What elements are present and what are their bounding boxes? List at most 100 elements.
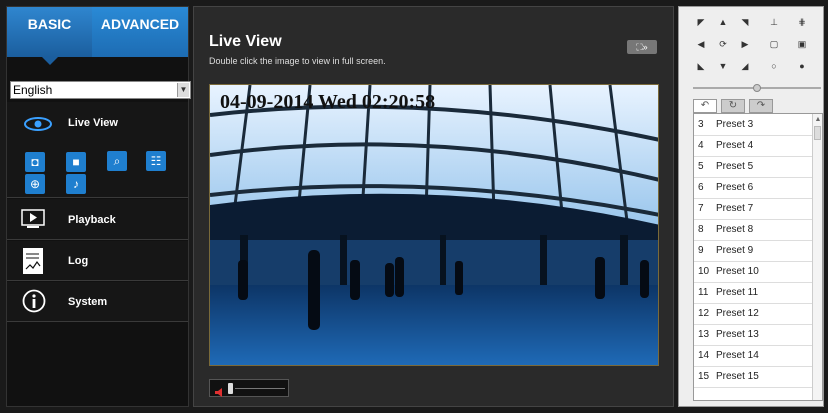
iris-open-icon[interactable]: ○ xyxy=(764,59,784,74)
zoom-out-icon[interactable]: ⋕ xyxy=(792,15,812,30)
menu-label-live-view[interactable]: Live View xyxy=(68,117,118,129)
language-selected: English xyxy=(13,83,53,97)
video-timestamp: 04-09-2014 Wed 02:20:58 xyxy=(220,91,436,113)
menu-system[interactable]: System xyxy=(7,282,188,322)
preset-tabs: ↶ ↻ ↷ xyxy=(693,99,821,113)
preset-name: Preset 9 xyxy=(716,245,754,256)
preset-scrollbar[interactable]: ▲ xyxy=(812,114,822,400)
list-item[interactable]: 7 Preset 7 xyxy=(694,198,812,220)
menu-label-log: Log xyxy=(68,255,89,267)
info-icon xyxy=(22,289,46,313)
preset-tab-icon[interactable]: ↶ xyxy=(693,99,717,113)
volume-slider[interactable] xyxy=(209,379,289,397)
preset-number: 9 xyxy=(698,245,704,256)
preset-name: Preset 8 xyxy=(716,224,754,235)
preset-name: Preset 13 xyxy=(716,329,759,340)
auto-pan-icon[interactable]: ⟳ xyxy=(713,37,733,52)
iris-close-icon[interactable]: ● xyxy=(792,59,812,74)
preset-name: Preset 5 xyxy=(716,161,754,172)
focus-far-icon[interactable]: ▣ xyxy=(792,37,812,52)
arrow-down-right-icon[interactable]: ◢ xyxy=(735,59,755,74)
list-item[interactable]: 8 Preset 8 xyxy=(694,219,812,241)
arrow-left-icon[interactable]: ◀ xyxy=(691,37,711,52)
preset-number: 7 xyxy=(698,203,704,214)
preset-number: 8 xyxy=(698,224,704,235)
list-item[interactable]: 14 Preset 14 xyxy=(694,345,812,367)
preset-name: Preset 10 xyxy=(716,266,759,277)
scroll-up-icon[interactable]: ▲ xyxy=(814,116,822,124)
preset-name: Preset 6 xyxy=(716,182,754,193)
preset-number: 13 xyxy=(698,329,710,340)
layout-icon[interactable]: ☷ xyxy=(146,151,166,171)
preset-name: Preset 15 xyxy=(716,371,759,382)
list-item[interactable]: 9 Preset 9 xyxy=(694,240,812,262)
menu-label-system: System xyxy=(68,296,108,308)
ptz-panel: ◤ ▲ ◥ ◀ ⟳ ▶ ◣ ▼ ◢ ⊥ ⋕ ▢ ▣ ○ ● ↶ ↻ ↷ 3 Pre… xyxy=(678,6,824,407)
snapshot-icon[interactable]: ◘ xyxy=(25,152,45,172)
preset-number: 15 xyxy=(698,371,710,382)
menu-label-playback: Playback xyxy=(68,214,116,226)
arrow-up-right-icon[interactable]: ◥ xyxy=(735,15,755,30)
preset-number: 11 xyxy=(698,287,709,298)
preset-number: 14 xyxy=(698,350,710,361)
chevron-down-icon[interactable]: ▼ xyxy=(177,83,189,97)
preset-number: 6 xyxy=(698,182,704,193)
preset-number: 4 xyxy=(698,140,704,151)
record-icon[interactable]: ■ xyxy=(66,152,86,172)
arrow-right-icon[interactable]: ▶ xyxy=(735,37,755,52)
scroll-thumb[interactable] xyxy=(814,126,821,140)
preset-name: Preset 14 xyxy=(716,350,759,361)
mode-tabs: BASIC ADVANCED xyxy=(7,7,188,65)
list-item[interactable]: 10 Preset 10 xyxy=(694,261,812,283)
ptz-speed-slider[interactable] xyxy=(693,83,821,93)
zoom-in-icon[interactable]: ⊥ xyxy=(764,15,784,30)
tour-tab-icon[interactable]: ↻ xyxy=(721,99,745,113)
list-item[interactable]: 3 Preset 3 xyxy=(694,114,812,136)
sidebar: BASIC ADVANCED English ▼ Live View ◘ ■ ⌕… xyxy=(6,6,191,407)
pattern-tab-icon[interactable]: ↷ xyxy=(749,99,773,113)
log-icon xyxy=(22,247,44,275)
list-item[interactable]: 12 Preset 12 xyxy=(694,303,812,325)
camera-image xyxy=(210,85,658,365)
video-stream[interactable]: 04-09-2014 Wed 02:20:58 xyxy=(209,84,659,366)
list-item[interactable]: 11 Preset 11 xyxy=(694,282,812,304)
tab-advanced[interactable]: ADVANCED xyxy=(92,7,188,57)
preset-name: Preset 11 xyxy=(716,287,759,298)
fullscreen-icon[interactable]: ⛶» xyxy=(627,40,657,54)
list-item[interactable]: 13 Preset 13 xyxy=(694,324,812,346)
preset-name: Preset 12 xyxy=(716,308,759,319)
preset-list: 3 Preset 3 4 Preset 4 5 Preset 5 6 Preset 6 … xyxy=(693,113,823,401)
language-select[interactable]: English ▼ xyxy=(10,81,191,99)
arrow-up-left-icon[interactable]: ◤ xyxy=(691,15,711,30)
tab-basic[interactable]: BASIC xyxy=(7,7,92,65)
digital-zoom-icon[interactable]: ⊕ xyxy=(25,174,45,194)
list-item[interactable]: 6 Preset 6 xyxy=(694,177,812,199)
menu-playback[interactable]: Playback xyxy=(7,199,188,240)
preset-number: 10 xyxy=(698,266,710,277)
page-subtitle: Double click the image to view in full s… xyxy=(209,56,386,66)
list-item[interactable]: 15 Preset 15 xyxy=(694,366,812,388)
arrow-down-left-icon[interactable]: ◣ xyxy=(691,59,711,74)
menu-log[interactable]: Log xyxy=(7,241,188,281)
microphone-icon[interactable]: ♪ xyxy=(66,174,86,194)
speaker-icon xyxy=(215,384,225,397)
preset-number: 12 xyxy=(698,308,710,319)
menu-live-view: Live View ◘ ■ ⌕ ☷ ⊕ ♪ xyxy=(7,102,188,198)
zoom-icon[interactable]: ⌕ xyxy=(107,151,127,171)
preset-number: 5 xyxy=(698,161,704,172)
eye-icon xyxy=(23,116,53,132)
preset-number: 3 xyxy=(698,119,704,130)
volume-handle[interactable] xyxy=(228,383,233,394)
focus-near-icon[interactable]: ▢ xyxy=(764,37,784,52)
arrow-down-icon[interactable]: ▼ xyxy=(713,59,733,74)
playback-icon xyxy=(21,209,45,229)
page-title: Live View xyxy=(209,33,282,50)
list-item[interactable]: 5 Preset 5 xyxy=(694,156,812,178)
preset-name: Preset 7 xyxy=(716,203,754,214)
list-item[interactable]: 4 Preset 4 xyxy=(694,135,812,157)
volume-track xyxy=(235,388,285,389)
preset-name: Preset 4 xyxy=(716,140,754,151)
preset-name: Preset 3 xyxy=(716,119,754,130)
speed-handle[interactable] xyxy=(753,84,761,92)
arrow-up-icon[interactable]: ▲ xyxy=(713,15,733,30)
